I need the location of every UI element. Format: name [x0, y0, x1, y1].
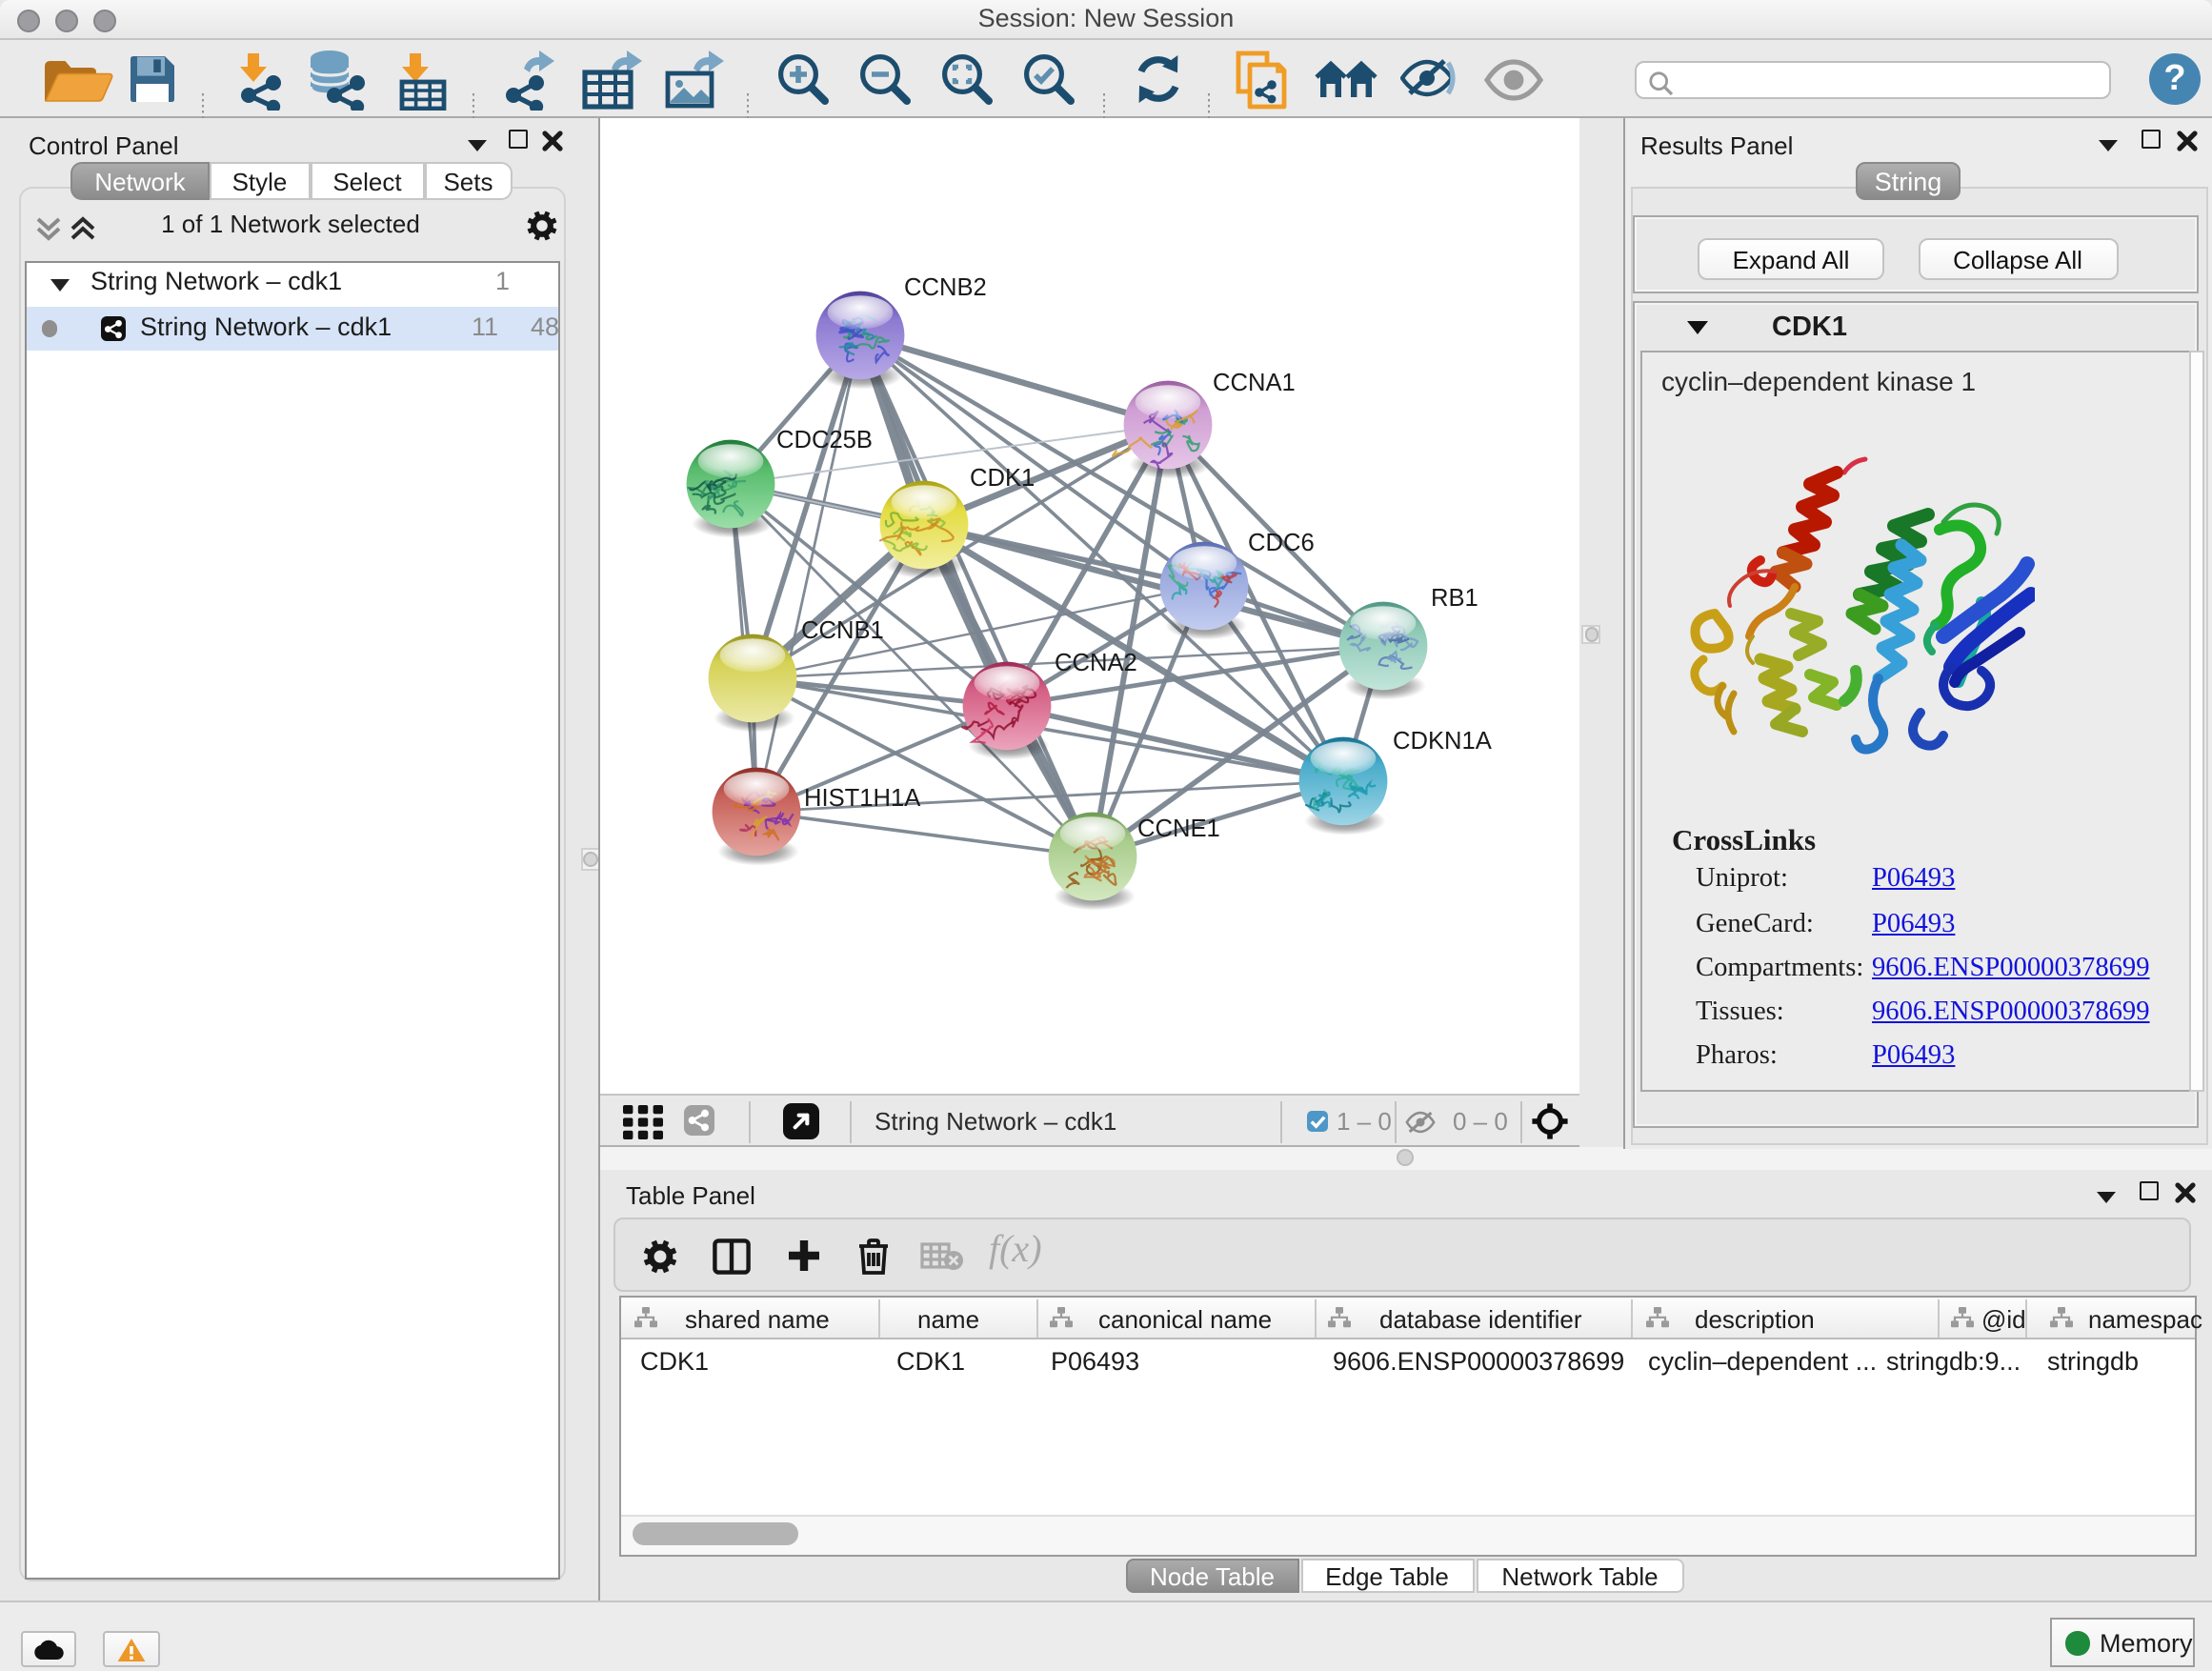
svg-text:CDC25B: CDC25B — [776, 427, 873, 453]
svg-text:CCNA1: CCNA1 — [1213, 370, 1296, 396]
svg-text:CDK1: CDK1 — [970, 465, 1035, 492]
svg-text:CCNB2: CCNB2 — [904, 274, 987, 301]
svg-text:CCNB1: CCNB1 — [801, 617, 884, 644]
svg-text:CDKN1A: CDKN1A — [1393, 728, 1493, 755]
svg-text:RB1: RB1 — [1431, 585, 1478, 612]
svg-text:CCNE1: CCNE1 — [1137, 815, 1220, 842]
svg-text:CCNA2: CCNA2 — [1055, 650, 1137, 676]
svg-text:CDC6: CDC6 — [1248, 530, 1315, 556]
svg-text:HIST1H1A: HIST1H1A — [804, 785, 921, 812]
